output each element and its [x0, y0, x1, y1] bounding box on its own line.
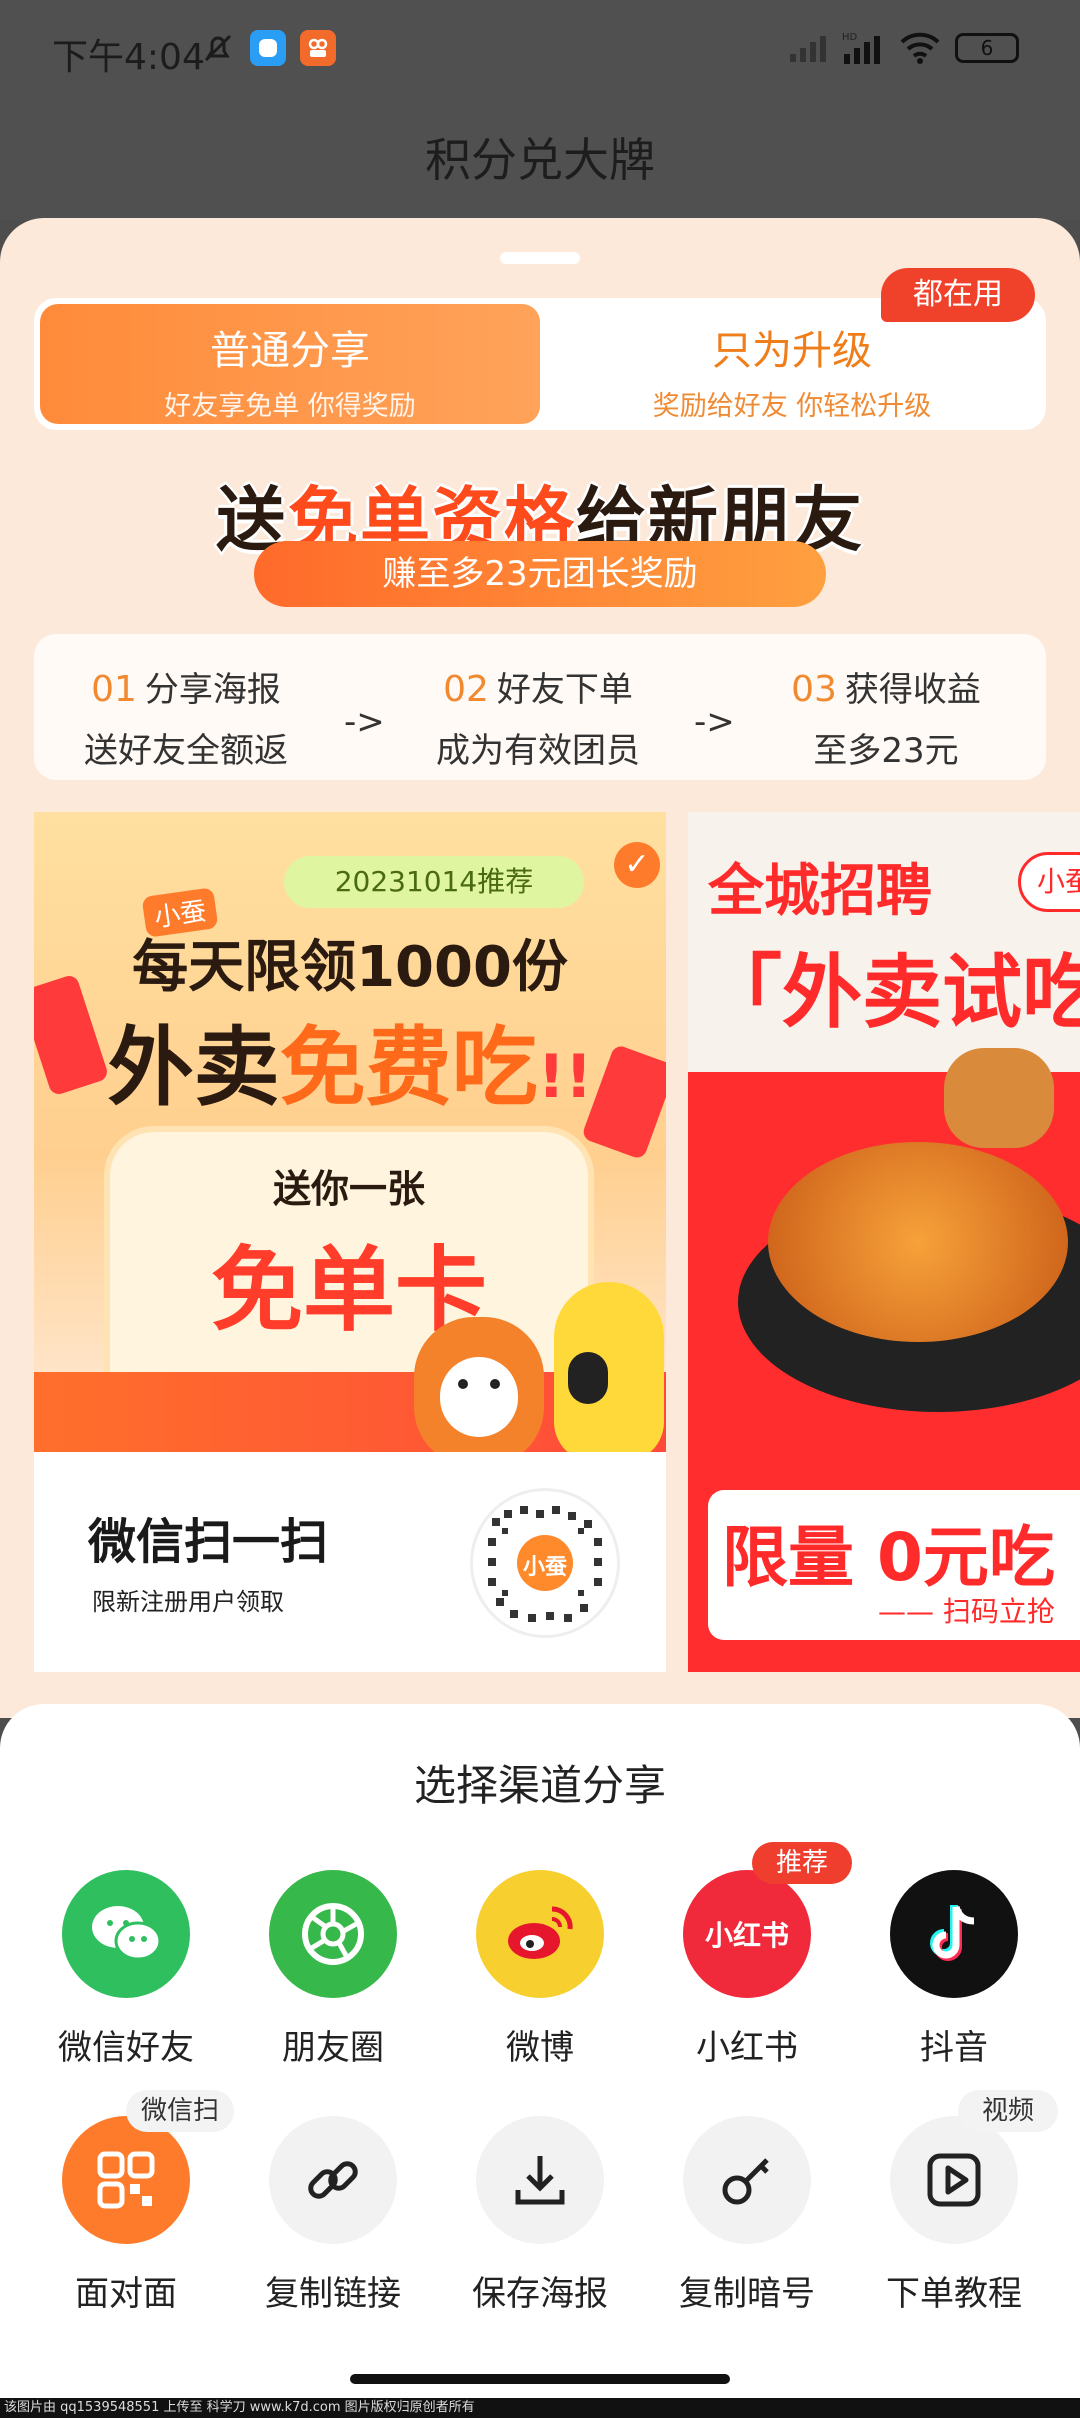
tab-upgrade-only[interactable]: 只为升级 奖励给好友 你轻松升级: [544, 304, 1040, 424]
tab-normal-share-sub: 好友享免单 你得奖励: [164, 391, 416, 422]
poster2-bottom: 限量 0元吃: [722, 1519, 1055, 1596]
svg-text:HD: HD: [842, 32, 858, 43]
poster-line2-a: 外卖: [107, 1018, 280, 1118]
popular-badge: 都在用: [881, 268, 1035, 322]
poster2-brand: 小蚕: [1018, 852, 1080, 912]
weibo-icon: [476, 1870, 604, 1998]
battery-icon: 6: [955, 33, 1019, 63]
poster-line2-b: 免费吃: [279, 1018, 538, 1118]
share-save-poster[interactable]: 保存海报: [450, 2116, 630, 2315]
wifi-icon: [898, 30, 942, 66]
share-moments[interactable]: 朋友圈: [243, 1870, 423, 2069]
step-2-number: 02: [443, 669, 489, 710]
share-copy-code[interactable]: 复制暗号: [657, 2116, 837, 2315]
video-icon: [890, 2116, 1018, 2244]
poster-line1: 每天限领1000份: [132, 935, 568, 1000]
share-copy-link[interactable]: 复制链接: [243, 2116, 423, 2315]
step-3-desc: 至多23元: [813, 731, 959, 771]
poster-free-meal[interactable]: 20231014推荐 ✓ 小蚕 每天限领1000份 外卖免费吃!! 送你一张 免…: [34, 812, 666, 1672]
share-face-to-face-label: 面对面: [75, 2274, 177, 2314]
app-notification-icon-2: [300, 30, 336, 66]
wechat-icon: [62, 1870, 190, 1998]
tab-upgrade-only-sub: 奖励给好友 你轻松升级: [652, 391, 932, 422]
share-wechat-friend-label: 微信好友: [58, 2028, 194, 2068]
poster2-bottom-sub: —— 扫码立抢: [878, 1595, 1055, 1628]
step-arrow-1: ->: [344, 702, 385, 742]
share-xiaohongshu-label: 小红书: [696, 2028, 798, 2068]
mute-bell-icon: [200, 30, 236, 66]
step-1-desc: 送好友全额返: [84, 731, 288, 771]
poster2-bottom-card: 限量 0元吃 —— 扫码立抢: [708, 1490, 1080, 1640]
share-wechat-friend[interactable]: 微信好友: [36, 1870, 216, 2069]
free-card-title: 送你一张: [272, 1167, 425, 1211]
xiaohongshu-glyph: 小红书: [704, 1919, 789, 1952]
tab-normal-share-label: 普通分享: [210, 328, 370, 374]
watermark-footer: 该图片由 qq1539548551 上传至 科学刀 www.k7d.com 图片…: [0, 2398, 1080, 2418]
cellular-signal-hd-icon: HD: [840, 30, 890, 66]
poster-line2-c: !!: [537, 1042, 593, 1112]
step-1-title: 分享海报: [144, 670, 281, 710]
share-douyin[interactable]: 抖音: [864, 1870, 1044, 2069]
step-3-number: 03: [791, 669, 837, 710]
wechat-scan-tag: 微信扫: [126, 2090, 234, 2132]
key-icon: [683, 2116, 811, 2244]
poster-date-tag: 20231014推荐: [284, 856, 584, 908]
chicken-piece-image: [944, 1048, 1054, 1148]
mini-program-qr-code: 小蚕: [470, 1488, 620, 1638]
share-xiaohongshu[interactable]: 小红书 小红书: [657, 1870, 837, 2069]
title-bar: 积分兑大牌: [0, 100, 1080, 220]
moments-icon: [269, 1870, 397, 1998]
step-arrow-2: ->: [694, 702, 735, 742]
selected-check-icon[interactable]: ✓: [614, 842, 660, 888]
share-weibo-label: 微博: [506, 2028, 574, 2068]
step-3: 03 获得收益 至多23元: [756, 662, 1016, 772]
poster-note: 限新注册用户领取: [92, 1588, 284, 1616]
share-douyin-label: 抖音: [920, 2028, 988, 2068]
qr-grid-icon: [62, 2116, 190, 2244]
fried-chicken-image: [768, 1142, 1068, 1342]
step-1-number: 01: [91, 669, 137, 710]
share-copy-code-label: 复制暗号: [679, 2274, 815, 2314]
share-save-poster-label: 保存海报: [472, 2274, 608, 2314]
video-tag: 视频: [958, 2090, 1058, 2132]
steps-panel: 01 分享海报 送好友全额返 -> 02 好友下单 成为有效团员 -> 03 获得收益…: [34, 634, 1046, 780]
share-order-tutorial[interactable]: 下单教程: [864, 2116, 1044, 2315]
page-title: 积分兑大牌: [425, 133, 655, 187]
app-notification-icon: [250, 30, 286, 66]
poster-scan-text: 微信扫一扫: [88, 1514, 329, 1570]
share-face-to-face[interactable]: 面对面: [36, 2116, 216, 2315]
step-1: 01 分享海报 送好友全额返: [56, 662, 316, 772]
share-moments-label: 朋友圈: [282, 2028, 384, 2068]
sheet-drag-handle[interactable]: [500, 252, 580, 264]
step-2-desc: 成为有效团员: [436, 731, 640, 771]
share-weibo[interactable]: 微博: [450, 1870, 630, 2069]
step-2-title: 好友下单: [496, 670, 633, 710]
poster2-headline: 「外卖试吃: [702, 946, 1080, 1039]
download-icon: [476, 2116, 604, 2244]
share-order-tutorial-label: 下单教程: [886, 2274, 1022, 2314]
poster2-title: 全城招聘: [708, 859, 932, 924]
shiba-mascot: [414, 1317, 544, 1467]
status-bar: 下午4:04 HD 6: [0, 0, 1080, 100]
step-3-title: 获得收益: [844, 670, 981, 710]
step-2: 02 好友下单 成为有效团员: [408, 662, 668, 772]
qr-brand: 小蚕: [522, 1555, 567, 1580]
share-panel-title: 选择渠道分享: [413, 1761, 666, 1810]
cellular-signal-icon: [788, 30, 832, 66]
poster-recruit[interactable]: 全城招聘 小蚕 「外卖试吃 限量 0元吃 —— 扫码立抢: [688, 812, 1080, 1672]
battery-level: 6: [980, 36, 994, 60]
douyin-icon: [890, 1870, 1018, 1998]
poster-line2: 外卖免费吃!!: [34, 997, 666, 1122]
tab-normal-share[interactable]: 普通分享 好友享免单 你得奖励: [40, 304, 540, 424]
share-copy-link-label: 复制链接: [265, 2274, 401, 2314]
status-time: 下午4:04: [52, 37, 205, 78]
dog-mascot: [554, 1282, 664, 1462]
link-icon: [269, 2116, 397, 2244]
tab-upgrade-only-label: 只为升级: [712, 328, 872, 374]
recommend-tag: 推荐: [752, 1842, 852, 1884]
home-indicator[interactable]: [350, 2374, 730, 2384]
xiaohongshu-icon: 小红书: [683, 1870, 811, 1998]
hero-reward-banner: 赚至多23元团长奖励: [254, 541, 826, 607]
